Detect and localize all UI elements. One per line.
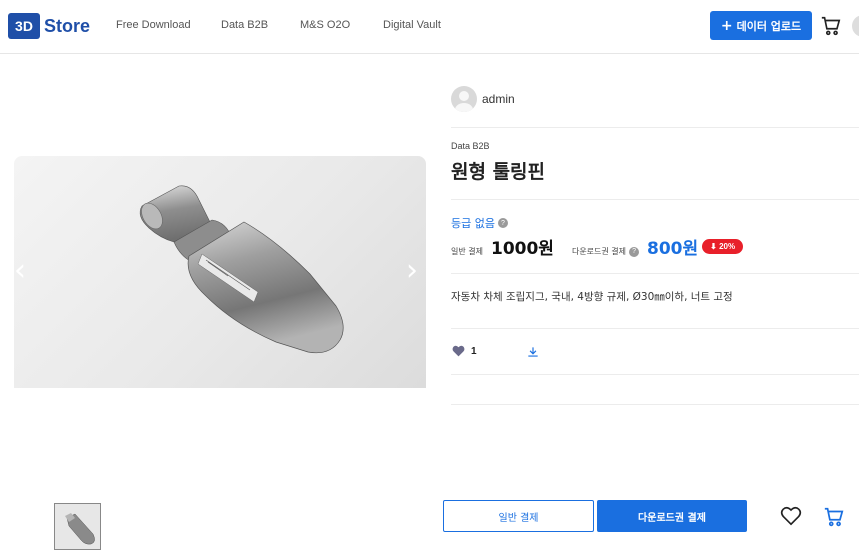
download-icon[interactable] (526, 345, 540, 359)
divider (451, 374, 859, 375)
grade-info: 등급 없음 ? (451, 215, 508, 231)
download-pay-button[interactable]: 다운로드권 결제 (597, 500, 747, 532)
download-pay-label: 다운로드권 결제 ? (571, 246, 640, 257)
normal-pay-label: 일반 결제 (451, 247, 483, 256)
seller-avatar (451, 86, 477, 112)
divider (451, 328, 859, 329)
download-price: 800원 (647, 239, 699, 259)
nav-digital-vault[interactable]: Digital Vault (383, 19, 441, 31)
help-icon[interactable]: ? (629, 246, 640, 257)
likes[interactable]: 1 (452, 345, 477, 357)
product-category: Data B2B (451, 141, 490, 151)
discount-badge: ⬇ 20% (702, 239, 744, 254)
add-to-cart-icon[interactable] (822, 506, 846, 528)
product-main-image: ‹ › (14, 156, 426, 388)
normal-pay-button[interactable]: 일반 결제 (443, 500, 594, 532)
seller-name: admin (482, 92, 515, 106)
chevron-right-icon[interactable]: › (406, 256, 426, 286)
wishlist-heart-icon[interactable] (780, 506, 802, 526)
heart-icon (452, 345, 465, 357)
tooling-pin-render (139, 185, 344, 354)
seller-info[interactable]: admin (451, 86, 515, 112)
grade-label: 등급 없음 (451, 217, 495, 230)
product-thumbnail[interactable] (54, 503, 101, 550)
normal-price: 1000원 (490, 239, 554, 259)
logo-text: Store (44, 15, 91, 36)
cart-icon[interactable] (820, 15, 842, 37)
divider (451, 273, 859, 274)
download-label-text: 다운로드권 결제 (571, 247, 627, 256)
nav-ms-o2o[interactable]: M&S O2O (300, 19, 350, 31)
data-upload-button[interactable]: + 데이터 업로드 (710, 11, 812, 40)
chevron-left-icon[interactable]: ‹ (14, 256, 34, 286)
nav-free-download[interactable]: Free Download (116, 19, 191, 31)
help-icon[interactable]: ? (497, 218, 508, 228)
user-avatar[interactable] (852, 15, 859, 37)
store-logo[interactable]: 3D Store (8, 13, 90, 39)
divider (451, 199, 859, 200)
plus-icon: + (720, 17, 733, 34)
logo-mark: 3D (8, 13, 40, 39)
price-row: 일반 결제 1000원 다운로드권 결제 ? 800원 ⬇ 20% (451, 234, 744, 259)
upload-label: 데이터 업로드 (736, 19, 802, 33)
divider (451, 127, 859, 128)
top-header: 3D Store Free Download Data B2B M&S O2O … (0, 0, 859, 54)
like-count: 1 (471, 345, 477, 357)
divider (451, 404, 859, 405)
product-title: 원형 툴링핀 (451, 161, 546, 183)
nav-data-b2b[interactable]: Data B2B (221, 19, 268, 31)
product-description: 자동차 차체 조립지그, 국내, 4방향 규제, Ø30㎜이하, 너트 고정 (451, 291, 733, 303)
